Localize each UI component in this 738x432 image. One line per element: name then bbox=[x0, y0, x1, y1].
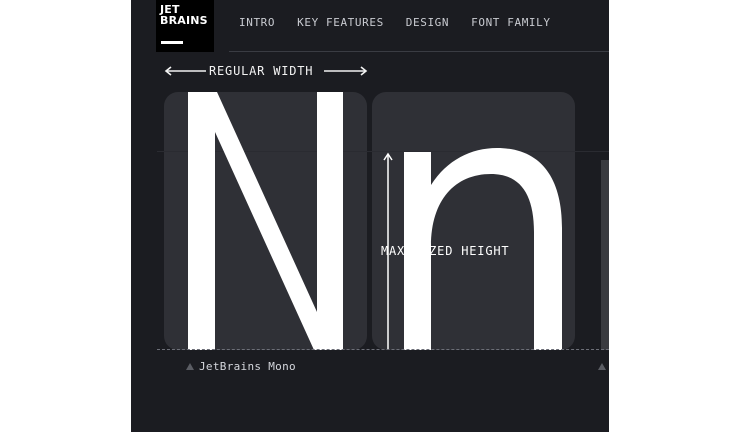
glyph-uppercase-n bbox=[188, 92, 343, 350]
font-name-label: JetBrains Mono bbox=[199, 360, 296, 373]
baseline-dashed bbox=[157, 349, 609, 350]
maximized-height-label: MAXIMIZED HEIGHT bbox=[381, 244, 510, 258]
triangle-marker-icon bbox=[186, 363, 194, 370]
specimen-glyphs bbox=[188, 92, 562, 350]
triangle-marker-icon bbox=[598, 363, 606, 370]
specimen-screen: JET BRAINS INTRO KEY FEATURES DESIGN FON… bbox=[131, 0, 609, 432]
